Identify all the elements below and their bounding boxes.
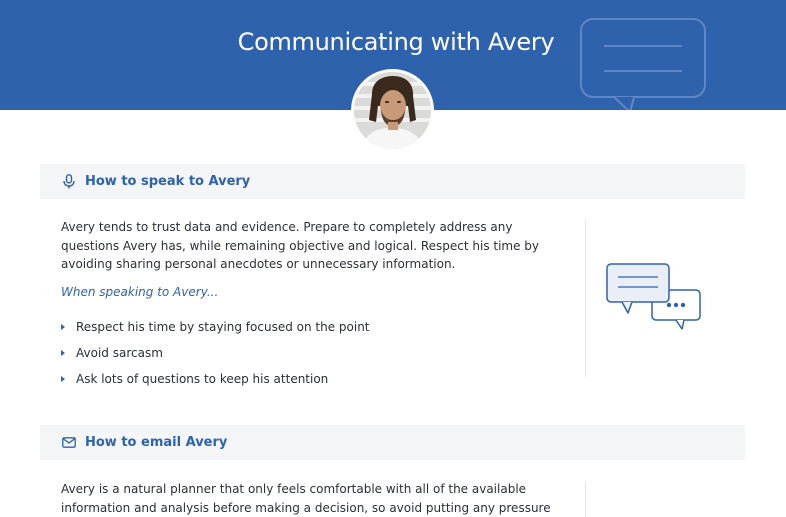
envelope-icon — [61, 435, 77, 451]
section-header-email: How to email Avery — [40, 425, 745, 460]
divider — [585, 220, 586, 377]
bullet-arrow-icon — [61, 376, 65, 382]
tips-list: Respect his time by staying focused on t… — [61, 314, 370, 392]
chat-bubbles-icon — [606, 263, 701, 330]
bullet-arrow-icon — [61, 350, 65, 356]
section-lead-text: When speaking to Avery... — [61, 285, 219, 299]
speech-bubble-icon — [580, 18, 706, 110]
section-body-text: Avery tends to trust data and evidence. … — [61, 220, 540, 271]
list-item: Avoid sarcasm — [61, 340, 370, 366]
list-item: Respect his time by staying focused on t… — [61, 314, 370, 340]
section-title: How to speak to Avery — [85, 174, 251, 189]
bullet-arrow-icon — [61, 324, 65, 330]
section-body-text: Avery is a natural planner that only fee… — [61, 482, 551, 515]
list-item: Ask lots of questions to keep his attent… — [61, 366, 370, 392]
avatar — [351, 69, 434, 152]
section-title: How to email Avery — [85, 435, 228, 450]
divider — [585, 482, 586, 517]
microphone-icon — [61, 174, 77, 190]
section-header-speak: How to speak to Avery — [40, 164, 745, 199]
person-portrait-icon — [354, 72, 431, 149]
